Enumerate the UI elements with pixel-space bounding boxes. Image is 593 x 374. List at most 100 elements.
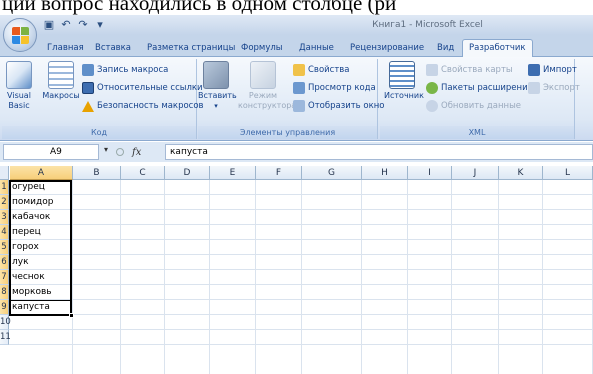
fill-handle[interactable] [69,313,74,318]
view-code-icon [293,82,305,94]
insert-dropdown-icon: ▾ [214,102,218,110]
export-label: Экспорт [543,83,580,93]
source-button[interactable]: Источник [384,61,424,101]
row-header-4[interactable]: 4 [0,225,9,240]
row-gridline [9,239,593,240]
document-text-fragment: ции вопрос находились в одном столбце (р… [2,0,397,15]
macros-label: Макросы [42,91,80,100]
visual-basic-button[interactable]: Visual Basic [4,61,34,111]
group-xml-label: XML [380,126,574,139]
record-macro-button[interactable]: Запись макроса [82,63,168,77]
column-header-c[interactable]: C [121,166,165,180]
macro-security-label: Безопасность макросов [97,101,204,111]
row-gridline [9,269,593,270]
row-header-5[interactable]: 5 [0,240,9,255]
insert-control-label: Вставить [198,91,237,100]
row-header-10[interactable]: 10 [0,315,11,330]
tab-home[interactable]: Главная [47,40,84,57]
map-properties-button[interactable]: Свойства карты [426,63,513,77]
record-macro-label: Запись макроса [97,65,169,75]
column-header-k[interactable]: K [499,166,543,180]
run-dialog-button[interactable]: Отобразить окно [293,99,385,113]
column-header-e[interactable]: E [210,166,256,180]
view-code-label: Просмотр кода [308,83,376,93]
tab-formulas[interactable]: Формулы [241,40,283,57]
relative-references-label: Относительные ссылки [97,83,203,93]
design-mode-button[interactable]: Режим конструктора [238,61,296,111]
group-code: Visual Basic Макросы Запись макроса Отно… [2,59,204,139]
refresh-icon [426,100,438,112]
source-icon [389,61,415,89]
column-header-h[interactable]: H [362,166,408,180]
properties-label: Свойства [308,65,350,75]
column-header-i[interactable]: I [408,166,452,180]
macros-button[interactable]: Макросы [42,61,80,101]
tab-developer[interactable]: Разработчик [462,39,533,58]
column-header-l[interactable]: L [543,166,593,180]
visual-basic-label: Visual Basic [7,91,31,110]
visual-basic-icon [6,61,32,89]
run-dialog-label: Отобразить окно [308,101,385,111]
formula-input[interactable]: капуста [165,144,593,160]
export-icon [528,82,540,94]
design-mode-icon [250,61,276,89]
row-header-9[interactable]: 9 [0,300,9,315]
relative-references-button[interactable]: Относительные ссылки [82,81,203,95]
group-controls-label: Элементы управления [198,126,377,139]
column-header-j[interactable]: J [452,166,499,180]
warning-icon [82,100,94,112]
group-controls: Вставить ▾ Режим конструктора Свойства П… [198,59,385,139]
macros-icon [48,61,74,89]
tab-review[interactable]: Рецензирование [350,40,424,57]
toolbox-icon [203,61,229,89]
row-header-6[interactable]: 6 [0,255,9,270]
map-properties-label: Свойства карты [441,65,513,75]
expansion-packs-label: Пакеты расширения [441,83,533,93]
macro-security-button[interactable]: Безопасность макросов [82,99,204,113]
row-gridline [9,314,593,315]
source-label: Источник [384,91,424,100]
row-header-3[interactable]: 3 [0,210,9,225]
group-code-label: Код [2,126,196,139]
window-title: Книга1 - Microsoft Excel [372,20,483,30]
row-header-1[interactable]: 1 [0,180,9,195]
expansion-packs-button[interactable]: Пакеты расширения [426,81,533,95]
column-header-d[interactable]: D [165,166,210,180]
office-logo-icon [12,27,29,44]
tab-view[interactable]: Вид [437,40,454,57]
export-button[interactable]: Экспорт [528,81,580,95]
properties-button[interactable]: Свойства [293,63,350,77]
office-button[interactable] [3,18,37,52]
row-gridline [9,224,593,225]
tab-insert[interactable]: Вставка [95,40,131,57]
column-header-b[interactable]: B [73,166,121,180]
row-header-2[interactable]: 2 [0,195,9,210]
map-properties-icon [426,64,438,76]
refresh-data-label: Обновить данные [441,101,522,111]
row-gridline [9,209,593,210]
insert-function-button[interactable]: fx [132,147,141,158]
active-cell[interactable] [9,300,72,316]
import-label: Импорт [543,65,577,75]
row-gridline [9,344,593,345]
column-header-a[interactable]: A [10,166,73,180]
column-header-f[interactable]: F [256,166,302,180]
import-button[interactable]: Импорт [528,63,577,77]
record-macro-icon [82,64,94,76]
row-header-8[interactable]: 8 [0,285,9,300]
design-mode-label: Режим конструктора [238,91,297,110]
row-header-11[interactable]: 11 [0,330,11,345]
row-header-7[interactable]: 7 [0,270,9,285]
tab-page-layout[interactable]: Разметка страницы [147,40,235,57]
refresh-data-button[interactable]: Обновить данные [426,99,521,113]
column-header-g[interactable]: G [302,166,362,180]
name-box-dropdown-icon[interactable]: ▾ [104,145,108,154]
row-gridline [9,254,593,255]
name-box[interactable]: A9 [3,144,99,160]
tab-data[interactable]: Данные [299,40,334,57]
formula-bar: A9 ▾ fx капуста [0,142,593,162]
select-all-corner[interactable] [0,166,9,180]
row-gridline [9,194,593,195]
insert-control-button[interactable]: Вставить ▾ [198,61,237,111]
view-code-button[interactable]: Просмотр кода [293,81,376,95]
